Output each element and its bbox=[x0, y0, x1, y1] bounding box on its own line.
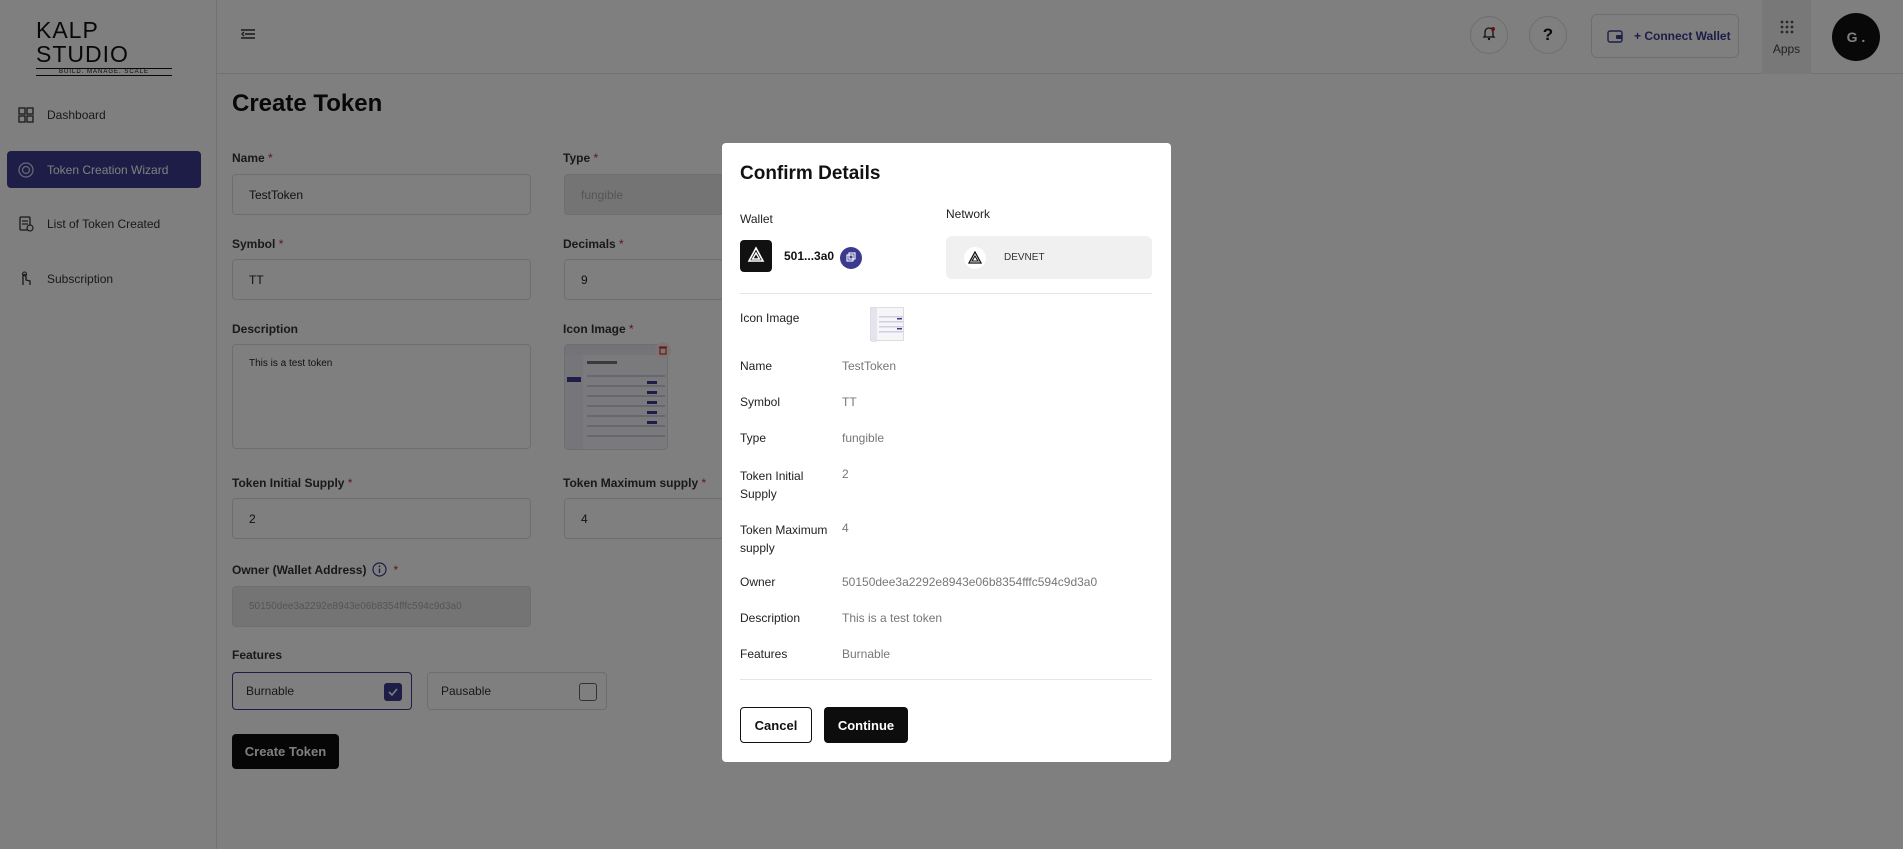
wallet-address: 501...3a0 bbox=[784, 249, 835, 263]
detail-label-owner: Owner bbox=[740, 575, 776, 589]
detail-label-symbol: Symbol bbox=[740, 395, 781, 409]
detail-label-name: Name bbox=[740, 359, 773, 373]
copy-address-button[interactable] bbox=[840, 247, 862, 269]
continue-button[interactable]: Continue bbox=[824, 707, 908, 743]
detail-label-max-supply: Token Maximum supply bbox=[740, 523, 828, 555]
divider bbox=[740, 679, 1152, 680]
detail-value-max-supply: 4 bbox=[842, 521, 849, 535]
detail-value-symbol: TT bbox=[842, 395, 857, 409]
icon-image-label: Icon Image bbox=[740, 311, 800, 325]
network-label: Network bbox=[946, 207, 991, 221]
confirm-details-dialog: Confirm Details Wallet 501...3a0 Network… bbox=[722, 143, 1171, 762]
icon-image-thumbnail bbox=[870, 307, 904, 342]
wallet-label: Wallet bbox=[740, 212, 773, 226]
detail-value-type: fungible bbox=[842, 431, 885, 445]
dialog-title: Confirm Details bbox=[740, 163, 881, 184]
wallet-logo-icon bbox=[740, 240, 772, 272]
detail-label-type: Type bbox=[740, 431, 767, 445]
network-badge: DEVNET bbox=[946, 236, 1152, 279]
detail-value-owner: 50150dee3a2292e8943e06b8354fffc594c9d3a0 bbox=[842, 575, 1098, 589]
cancel-button[interactable]: Cancel bbox=[740, 707, 812, 743]
detail-value-name: TestToken bbox=[842, 359, 897, 373]
network-logo-icon bbox=[964, 246, 986, 269]
detail-label-initial-supply: Token Initial Supply bbox=[740, 469, 804, 501]
detail-label-description: Description bbox=[740, 611, 801, 625]
network-value: DEVNET bbox=[1004, 252, 1045, 263]
detail-value-initial-supply: 2 bbox=[842, 467, 849, 481]
divider bbox=[740, 293, 1152, 294]
detail-value-features: Burnable bbox=[842, 647, 891, 661]
copy-icon bbox=[846, 249, 856, 267]
detail-value-description: This is a test token bbox=[842, 611, 943, 625]
detail-label-features: Features bbox=[740, 647, 788, 661]
